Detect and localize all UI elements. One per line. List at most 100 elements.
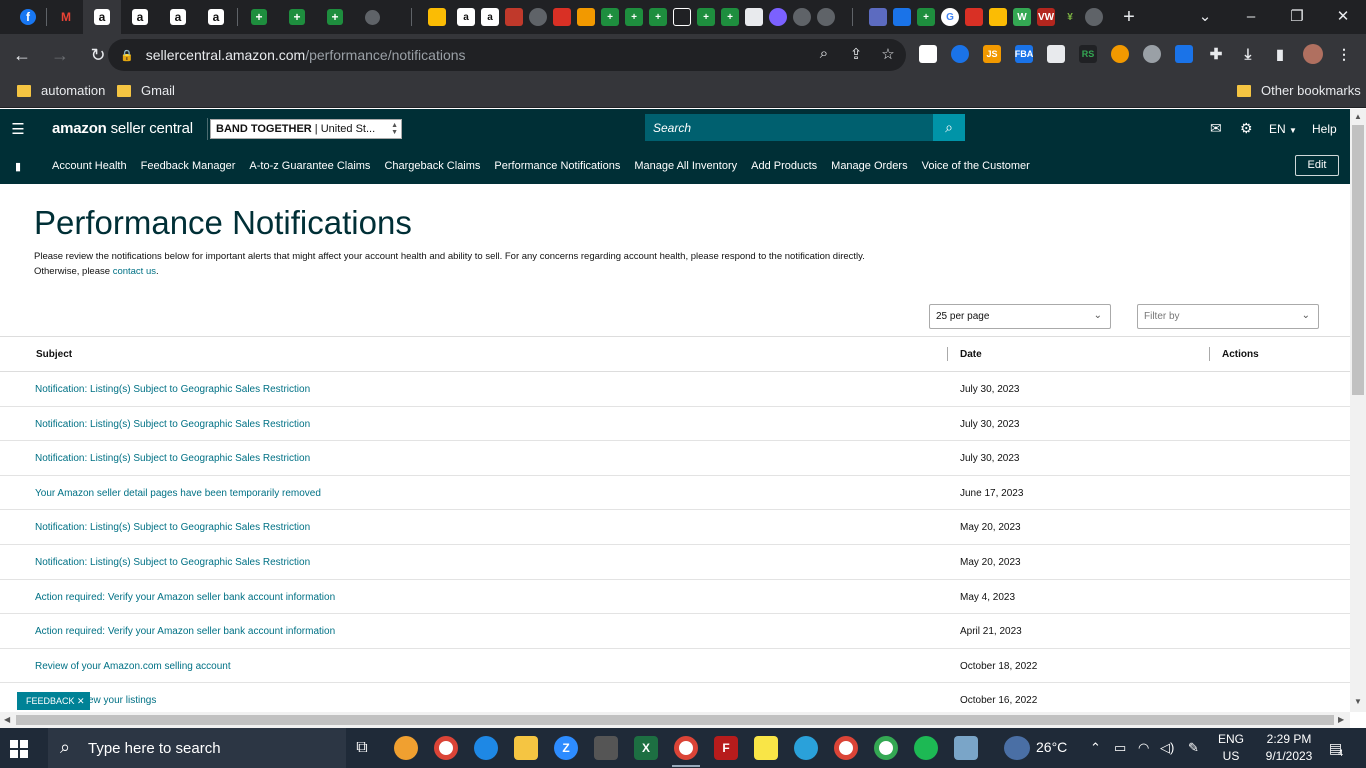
extension-icon[interactable]: RS <box>1079 45 1097 63</box>
account-selector[interactable]: BAND TOGETHER | United St... ▲ ▼ <box>210 119 402 139</box>
puzzle-icon[interactable]: ✚ <box>1207 45 1225 63</box>
new-tab-button[interactable]: + <box>1118 6 1140 28</box>
horizontal-scrollbar[interactable]: ◀ ▶ <box>0 712 1350 728</box>
sheets-icon[interactable]: + <box>649 8 667 26</box>
vw-icon[interactable]: VW <box>1037 8 1055 26</box>
list-icon[interactable] <box>869 8 887 26</box>
chrome-icon[interactable] <box>1085 8 1103 26</box>
scroll-down-icon[interactable]: ▼ <box>1354 697 1362 706</box>
search-input[interactable]: Search <box>645 114 933 141</box>
close-window-button[interactable]: ✕ <box>1320 0 1366 32</box>
bookmark-gmail[interactable]: Gmail <box>117 83 175 98</box>
nav-feedback-manager[interactable]: Feedback Manager <box>141 160 236 172</box>
stats-icon[interactable] <box>553 8 571 26</box>
edge-icon[interactable] <box>474 736 498 760</box>
tab-search-button[interactable]: ⌄ <box>1182 0 1228 32</box>
feedback-button[interactable]: FEEDBACK ✕ <box>17 692 90 710</box>
share-icon[interactable]: ⇪ <box>846 45 866 65</box>
wifi-icon[interactable]: ◠ <box>1138 740 1149 756</box>
amazon-icon[interactable]: a <box>132 9 148 25</box>
header-date[interactable]: Date <box>960 349 982 360</box>
extension-icon[interactable] <box>1047 45 1065 63</box>
nav-add-products[interactable]: Add Products <box>751 160 817 172</box>
nav-account-health[interactable]: Account Health <box>52 160 127 172</box>
zoom-app-icon[interactable]: Z <box>554 736 578 760</box>
notification-subject-link[interactable]: Notification: Listing(s) Subject to Geog… <box>35 557 310 568</box>
tray-chevron-icon[interactable]: ⌃ <box>1090 740 1101 756</box>
back-icon[interactable]: ← <box>6 39 38 71</box>
notification-subject-link[interactable]: Action required: Verify your Amazon sell… <box>35 626 335 637</box>
bookmark-star-icon[interactable]: ☆ <box>878 45 898 65</box>
sheets-icon[interactable]: + <box>327 9 343 25</box>
sheets-icon[interactable]: + <box>721 8 739 26</box>
volume-icon[interactable]: ◁) <box>1160 740 1174 756</box>
gear-icon[interactable]: ⚙ <box>1240 120 1253 137</box>
chrome-profile-icon[interactable] <box>834 736 858 760</box>
close-icon[interactable]: ✕ <box>77 696 85 706</box>
scroll-left-icon[interactable]: ◀ <box>4 715 10 724</box>
help-link[interactable]: Help <box>1312 122 1337 136</box>
maximize-button[interactable]: ❐ <box>1274 0 1320 32</box>
gmail-icon[interactable]: M <box>57 6 75 28</box>
chrome-profile-icon[interactable] <box>874 736 898 760</box>
doc-icon[interactable] <box>745 8 763 26</box>
avatar[interactable] <box>1303 44 1323 64</box>
header-subject[interactable]: Subject <box>36 349 72 360</box>
notification-subject-link[interactable]: Your Amazon seller detail pages have bee… <box>35 488 321 499</box>
history-icon[interactable] <box>793 8 811 26</box>
chart-extension-icon[interactable] <box>1175 45 1193 63</box>
sysco-icon[interactable] <box>893 8 911 26</box>
app-icon[interactable] <box>954 736 978 760</box>
notification-subject-link[interactable]: Notification: Listing(s) Subject to Geog… <box>35 384 310 395</box>
chart-icon[interactable] <box>505 8 523 26</box>
extension-icon[interactable] <box>1111 45 1129 63</box>
sticky-notes-icon[interactable] <box>754 736 778 760</box>
sheets-icon[interactable]: + <box>917 8 935 26</box>
js-extension-icon[interactable]: JS <box>983 45 1001 63</box>
notification-center-icon[interactable]: ▤ 4 <box>1324 736 1348 760</box>
kebab-menu-icon[interactable]: ⋮ <box>1335 45 1353 63</box>
grid-icon[interactable] <box>989 8 1007 26</box>
notification-subject-link[interactable]: Notification: Listing(s) Subject to Geog… <box>35 419 310 430</box>
amazon-seller-central-logo[interactable]: amazon seller central <box>52 120 193 137</box>
download-icon[interactable]: ⤓ <box>1239 45 1257 63</box>
amazon-icon[interactable]: a <box>457 8 475 26</box>
mail-icon[interactable]: ✉ <box>1210 120 1222 137</box>
nav-chargeback-claims[interactable]: Chargeback Claims <box>384 160 480 172</box>
telegram-icon[interactable] <box>794 736 818 760</box>
scrollbar-thumb[interactable] <box>1352 125 1364 395</box>
active-tab[interactable]: a <box>83 0 121 34</box>
sheets-icon[interactable]: + <box>289 9 305 25</box>
spotify-icon[interactable] <box>914 736 938 760</box>
per-page-select[interactable]: 25 per page ⌄ <box>929 304 1111 329</box>
nav-manage-inventory[interactable]: Manage All Inventory <box>634 160 737 172</box>
bookmark-automation[interactable]: automation <box>17 83 105 98</box>
red-app-icon[interactable] <box>965 8 983 26</box>
filter-select[interactable]: Filter by ⌄ <box>1137 304 1319 329</box>
nav-a-to-z-claims[interactable]: A-to-z Guarantee Claims <box>249 160 370 172</box>
globe-icon[interactable] <box>365 9 380 25</box>
chrome-icon[interactable] <box>434 736 458 760</box>
language-selector[interactable]: EN ▼ <box>1269 122 1297 136</box>
sheets-icon[interactable]: + <box>251 9 267 25</box>
facebook-icon[interactable]: f <box>20 9 36 25</box>
notification-subject-link[interactable]: Notification: Listing(s) Subject to Geog… <box>35 522 310 533</box>
weather-icon[interactable] <box>1004 736 1030 760</box>
google-icon[interactable]: G <box>941 8 959 26</box>
scroll-right-icon[interactable]: ▶ <box>1338 715 1344 724</box>
excel-icon[interactable]: X <box>634 736 658 760</box>
notification-subject-link[interactable]: ew your listings <box>88 695 156 706</box>
notification-subject-link[interactable]: Action required: Verify your Amazon sell… <box>35 592 335 603</box>
minimize-button[interactable]: – <box>1228 0 1274 32</box>
globe-icon[interactable] <box>529 8 547 26</box>
filezilla-icon[interactable]: F <box>714 736 738 760</box>
leaf-icon[interactable]: ¥ <box>1061 8 1079 26</box>
taskbar-search-input[interactable]: ⌕ Type here to search <box>48 728 346 768</box>
globe-icon[interactable] <box>817 8 835 26</box>
nav-performance-notifications[interactable]: Performance Notifications <box>494 160 620 172</box>
sheets-icon[interactable]: + <box>601 8 619 26</box>
sidepanel-icon[interactable]: ▮ <box>1271 45 1289 63</box>
forward-icon[interactable]: → <box>44 39 76 71</box>
fba-extension-icon[interactable]: FBA <box>1015 45 1033 63</box>
notification-subject-link[interactable]: Review of your Amazon.com selling accoun… <box>35 661 231 672</box>
